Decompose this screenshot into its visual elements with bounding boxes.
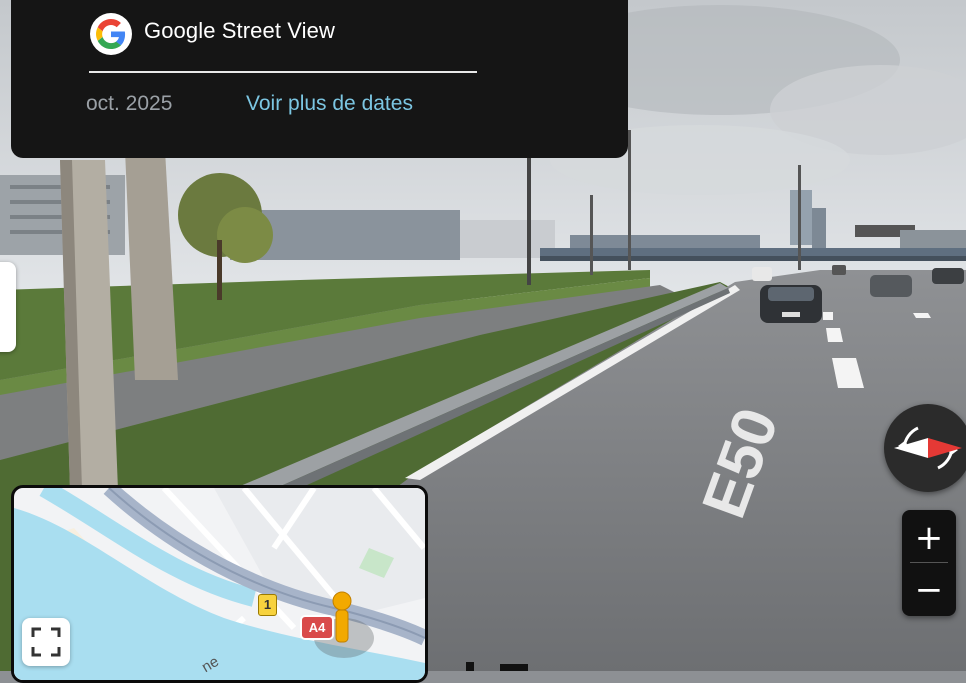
side-panel-tab[interactable]: [0, 262, 16, 352]
app-title: Google Street View: [144, 18, 335, 43]
zoom-divider: [910, 562, 948, 563]
header-card: Google Street View oct. 2025 Voir plus d…: [11, 0, 628, 158]
zoom-out-button[interactable]: −: [902, 564, 956, 616]
more-dates-link[interactable]: Voir plus de dates: [246, 92, 413, 116]
zoom-in-button[interactable]: +: [902, 512, 956, 564]
fullscreen-icon[interactable]: [22, 618, 70, 666]
a4-road-badge: A4: [300, 615, 334, 640]
mini-map[interactable]: 1 A4 ne: [11, 485, 428, 683]
zoom-control: + −: [902, 510, 956, 616]
header-divider: [89, 71, 477, 73]
google-g-icon: [90, 13, 132, 55]
marker-badge: 1: [258, 594, 277, 616]
capture-date: oct. 2025: [86, 92, 173, 115]
car: [760, 285, 822, 323]
compass-icon[interactable]: [884, 404, 966, 492]
pegman-icon[interactable]: [332, 591, 352, 643]
